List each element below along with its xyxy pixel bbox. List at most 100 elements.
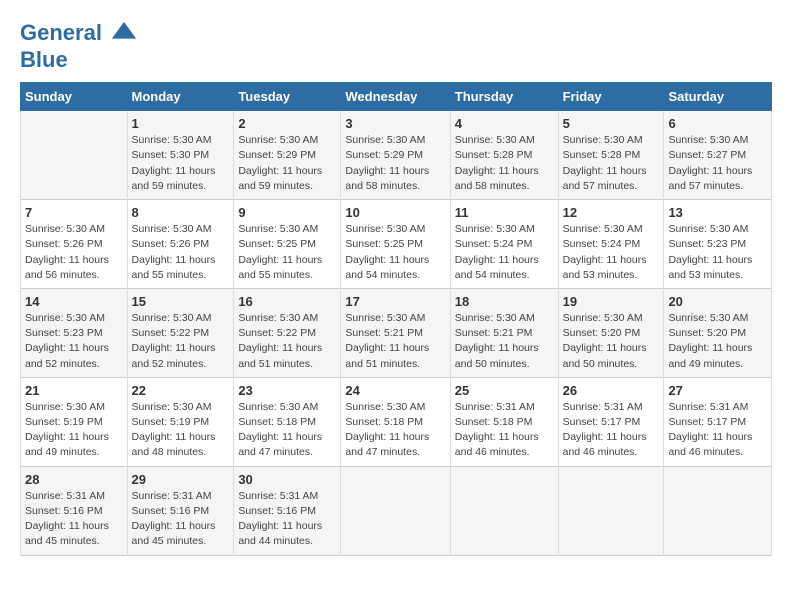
day-number: 18 <box>455 294 554 309</box>
calendar-cell: 2 Sunrise: 5:30 AM Sunset: 5:29 PM Daylig… <box>234 111 341 200</box>
day-number: 2 <box>238 116 336 131</box>
day-number: 9 <box>238 205 336 220</box>
calendar-header: SundayMondayTuesdayWednesdayThursdayFrid… <box>21 83 772 111</box>
calendar-week-1: 1 Sunrise: 5:30 AM Sunset: 5:30 PM Daylig… <box>21 111 772 200</box>
calendar-cell: 13 Sunrise: 5:30 AM Sunset: 5:23 PM Dayli… <box>664 200 772 289</box>
day-number: 22 <box>132 383 230 398</box>
day-info: Sunrise: 5:30 AM Sunset: 5:22 PM Dayligh… <box>132 311 230 372</box>
day-info: Sunrise: 5:30 AM Sunset: 5:25 PM Dayligh… <box>345 222 445 283</box>
day-info: Sunrise: 5:31 AM Sunset: 5:16 PM Dayligh… <box>238 489 336 550</box>
day-info: Sunrise: 5:30 AM Sunset: 5:23 PM Dayligh… <box>25 311 123 372</box>
calendar-cell: 29Sunrise: 5:31 AM Sunset: 5:16 PM Dayli… <box>127 466 234 555</box>
day-info: Sunrise: 5:30 AM Sunset: 5:20 PM Dayligh… <box>668 311 767 372</box>
day-info: Sunrise: 5:30 AM Sunset: 5:22 PM Dayligh… <box>238 311 336 372</box>
day-info: Sunrise: 5:30 AM Sunset: 5:29 PM Dayligh… <box>345 133 445 194</box>
calendar-cell <box>450 466 558 555</box>
calendar-cell: 22 Sunrise: 5:30 AM Sunset: 5:19 PM Dayli… <box>127 377 234 466</box>
calendar-cell: 16 Sunrise: 5:30 AM Sunset: 5:22 PM Dayli… <box>234 288 341 377</box>
calendar-cell: 24 Sunrise: 5:30 AM Sunset: 5:18 PM Dayli… <box>341 377 450 466</box>
calendar-cell: 25 Sunrise: 5:31 AM Sunset: 5:18 PM Dayli… <box>450 377 558 466</box>
column-header-sunday: Sunday <box>21 83 128 111</box>
calendar-cell: 15 Sunrise: 5:30 AM Sunset: 5:22 PM Dayli… <box>127 288 234 377</box>
day-number: 27 <box>668 383 767 398</box>
day-number: 25 <box>455 383 554 398</box>
day-number: 10 <box>345 205 445 220</box>
column-header-thursday: Thursday <box>450 83 558 111</box>
calendar-cell: 18 Sunrise: 5:30 AM Sunset: 5:21 PM Dayli… <box>450 288 558 377</box>
calendar-cell <box>21 111 128 200</box>
calendar-cell <box>558 466 664 555</box>
logo: General Blue <box>20 20 138 72</box>
day-info: Sunrise: 5:30 AM Sunset: 5:29 PM Dayligh… <box>238 133 336 194</box>
day-info: Sunrise: 5:31 AM Sunset: 5:17 PM Dayligh… <box>563 400 660 461</box>
calendar-cell <box>664 466 772 555</box>
day-number: 30 <box>238 472 336 487</box>
column-header-monday: Monday <box>127 83 234 111</box>
calendar-cell: 28 Sunrise: 5:31 AM Sunset: 5:16 PM Dayli… <box>21 466 128 555</box>
column-header-tuesday: Tuesday <box>234 83 341 111</box>
calendar-cell: 8 Sunrise: 5:30 AM Sunset: 5:26 PM Daylig… <box>127 200 234 289</box>
logo-blue: Blue <box>20 48 138 72</box>
calendar-cell: 9Sunrise: 5:30 AM Sunset: 5:25 PM Daylig… <box>234 200 341 289</box>
day-number: 8 <box>132 205 230 220</box>
day-info: Sunrise: 5:30 AM Sunset: 5:18 PM Dayligh… <box>238 400 336 461</box>
day-number: 21 <box>25 383 123 398</box>
day-info: Sunrise: 5:30 AM Sunset: 5:26 PM Dayligh… <box>25 222 123 283</box>
calendar-cell: 26 Sunrise: 5:31 AM Sunset: 5:17 PM Dayli… <box>558 377 664 466</box>
day-info: Sunrise: 5:30 AM Sunset: 5:21 PM Dayligh… <box>455 311 554 372</box>
calendar-cell: 7 Sunrise: 5:30 AM Sunset: 5:26 PM Daylig… <box>21 200 128 289</box>
calendar-cell: 1 Sunrise: 5:30 AM Sunset: 5:30 PM Daylig… <box>127 111 234 200</box>
day-number: 24 <box>345 383 445 398</box>
day-info: Sunrise: 5:30 AM Sunset: 5:23 PM Dayligh… <box>668 222 767 283</box>
calendar-cell <box>341 466 450 555</box>
day-number: 26 <box>563 383 660 398</box>
day-info: Sunrise: 5:31 AM Sunset: 5:17 PM Dayligh… <box>668 400 767 461</box>
calendar-week-5: 28 Sunrise: 5:31 AM Sunset: 5:16 PM Dayli… <box>21 466 772 555</box>
column-header-saturday: Saturday <box>664 83 772 111</box>
calendar-cell: 6Sunrise: 5:30 AM Sunset: 5:27 PM Daylig… <box>664 111 772 200</box>
calendar-cell: 23 Sunrise: 5:30 AM Sunset: 5:18 PM Dayli… <box>234 377 341 466</box>
calendar-cell: 27 Sunrise: 5:31 AM Sunset: 5:17 PM Dayli… <box>664 377 772 466</box>
day-number: 20 <box>668 294 767 309</box>
day-number: 11 <box>455 205 554 220</box>
calendar-cell: 20 Sunrise: 5:30 AM Sunset: 5:20 PM Dayli… <box>664 288 772 377</box>
day-number: 28 <box>25 472 123 487</box>
day-info: Sunrise: 5:30 AM Sunset: 5:26 PM Dayligh… <box>132 222 230 283</box>
column-header-friday: Friday <box>558 83 664 111</box>
day-number: 15 <box>132 294 230 309</box>
calendar-cell: 5Sunrise: 5:30 AM Sunset: 5:28 PM Daylig… <box>558 111 664 200</box>
calendar-cell: 11 Sunrise: 5:30 AM Sunset: 5:24 PM Dayli… <box>450 200 558 289</box>
day-info: Sunrise: 5:30 AM Sunset: 5:18 PM Dayligh… <box>345 400 445 461</box>
day-number: 7 <box>25 205 123 220</box>
day-info: Sunrise: 5:30 AM Sunset: 5:27 PM Dayligh… <box>668 133 767 194</box>
day-number: 4 <box>455 116 554 131</box>
calendar-cell: 3Sunrise: 5:30 AM Sunset: 5:29 PM Daylig… <box>341 111 450 200</box>
day-number: 13 <box>668 205 767 220</box>
day-number: 12 <box>563 205 660 220</box>
day-info: Sunrise: 5:30 AM Sunset: 5:28 PM Dayligh… <box>563 133 660 194</box>
day-number: 23 <box>238 383 336 398</box>
calendar-cell: 12 Sunrise: 5:30 AM Sunset: 5:24 PM Dayli… <box>558 200 664 289</box>
calendar-week-4: 21 Sunrise: 5:30 AM Sunset: 5:19 PM Dayli… <box>21 377 772 466</box>
day-number: 19 <box>563 294 660 309</box>
day-info: Sunrise: 5:30 AM Sunset: 5:24 PM Dayligh… <box>455 222 554 283</box>
calendar-cell: 10 Sunrise: 5:30 AM Sunset: 5:25 PM Dayli… <box>341 200 450 289</box>
day-info: Sunrise: 5:31 AM Sunset: 5:16 PM Dayligh… <box>25 489 123 550</box>
logo-text: General <box>20 20 138 48</box>
day-info: Sunrise: 5:30 AM Sunset: 5:19 PM Dayligh… <box>25 400 123 461</box>
calendar-week-2: 7 Sunrise: 5:30 AM Sunset: 5:26 PM Daylig… <box>21 200 772 289</box>
day-info: Sunrise: 5:30 AM Sunset: 5:19 PM Dayligh… <box>132 400 230 461</box>
calendar-week-3: 14Sunrise: 5:30 AM Sunset: 5:23 PM Dayli… <box>21 288 772 377</box>
day-number: 16 <box>238 294 336 309</box>
calendar-cell: 21 Sunrise: 5:30 AM Sunset: 5:19 PM Dayli… <box>21 377 128 466</box>
day-info: Sunrise: 5:30 AM Sunset: 5:24 PM Dayligh… <box>563 222 660 283</box>
day-number: 1 <box>132 116 230 131</box>
column-header-wednesday: Wednesday <box>341 83 450 111</box>
calendar-cell: 30 Sunrise: 5:31 AM Sunset: 5:16 PM Dayli… <box>234 466 341 555</box>
day-info: Sunrise: 5:30 AM Sunset: 5:30 PM Dayligh… <box>132 133 230 194</box>
day-info: Sunrise: 5:31 AM Sunset: 5:18 PM Dayligh… <box>455 400 554 461</box>
day-number: 17 <box>345 294 445 309</box>
calendar-cell: 4Sunrise: 5:30 AM Sunset: 5:28 PM Daylig… <box>450 111 558 200</box>
day-info: Sunrise: 5:30 AM Sunset: 5:21 PM Dayligh… <box>345 311 445 372</box>
page-header: General Blue <box>20 20 772 72</box>
